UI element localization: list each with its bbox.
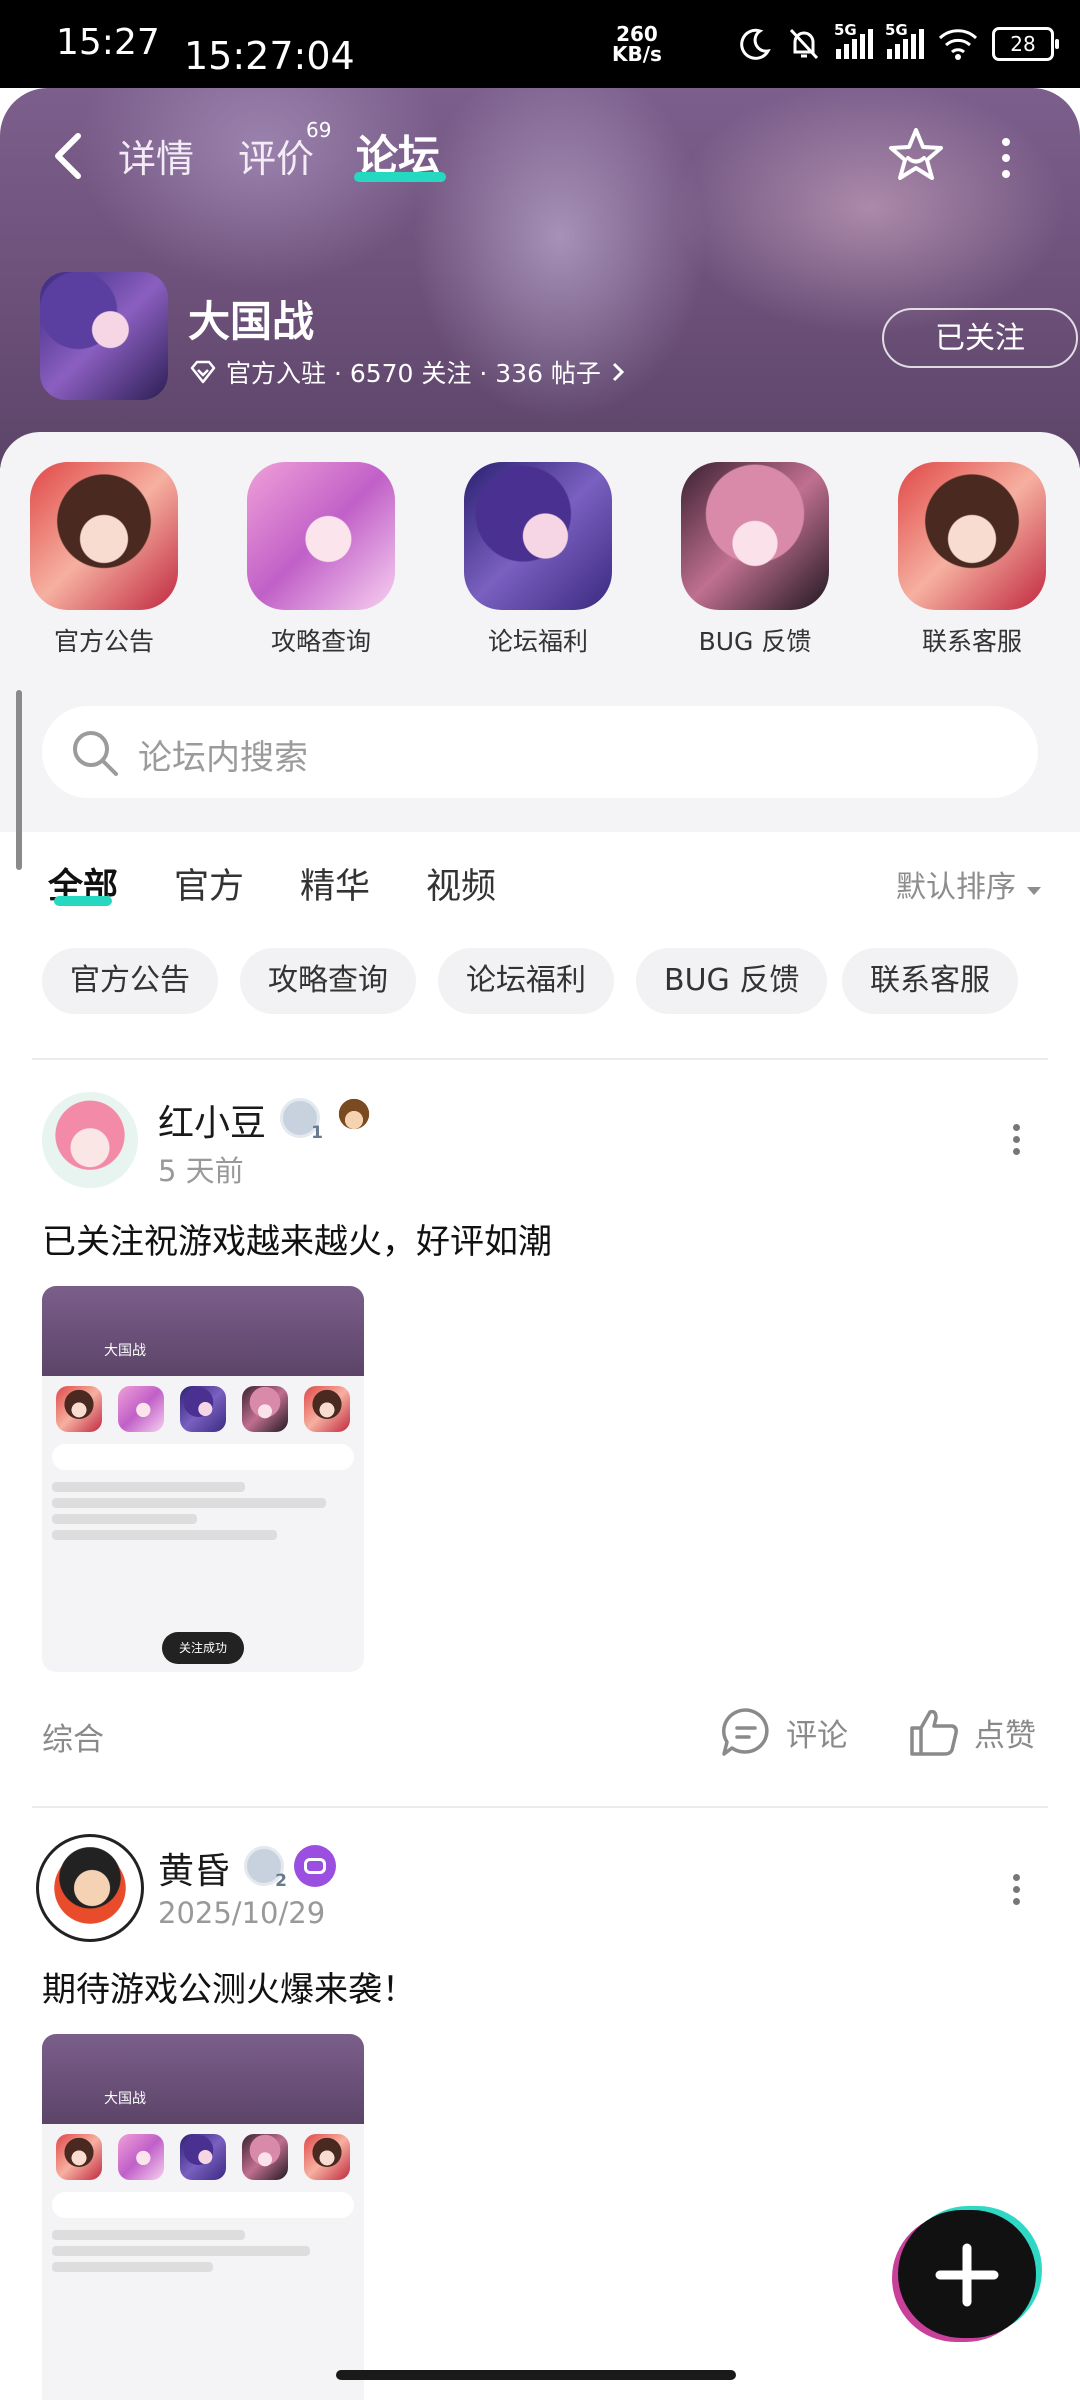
board-welfare[interactable]: 论坛福利 [463,462,613,658]
toast: 关注成功 [162,1632,244,1664]
chevron-right-icon [612,362,625,382]
status-bar: 15:27 15:27:04 260 KB/s 5G 5G 28 [0,0,1080,88]
scroll-indicator[interactable] [16,690,22,870]
net-speed-value: 260 [616,22,658,46]
post-author[interactable]: 黄昏 [158,1842,230,1894]
search-placeholder: 论坛内搜索 [138,738,308,778]
board-label: BUG 反馈 [698,627,812,656]
avatar[interactable] [42,1092,138,1188]
moon-icon [740,28,771,60]
board-guides[interactable]: 攻略查询 [246,462,396,658]
chip-welfare[interactable]: 论坛福利 [438,948,614,1014]
board-icon [247,462,395,610]
star-icon[interactable] [884,124,948,188]
status-icons: 5G 5G 28 [738,21,1059,66]
board-icon [681,462,829,610]
post-category: 综合 [42,1722,104,1758]
chip-support[interactable]: 联系客服 [842,948,1018,1014]
plus-icon [935,2243,999,2307]
more-vertical-icon[interactable] [996,136,1016,180]
sort-dropdown[interactable]: 默认排序 [896,862,1042,906]
board-bug-report[interactable]: BUG 反馈 [680,462,830,658]
board-label: 攻略查询 [270,627,371,656]
post-more-icon[interactable] [1010,1874,1022,1914]
post-text[interactable]: 期待游戏公测火爆来袭！ [42,1962,416,2011]
signal-1-label: 5G [834,21,857,39]
filter-tab-indicator [54,896,112,906]
post-author[interactable]: 红小豆 [158,1094,266,1146]
board-support[interactable]: 联系客服 [897,462,1047,658]
avatar[interactable] [36,1834,144,1942]
thumbs-up-icon [910,1709,958,1756]
search-icon [73,731,118,776]
character-badge [334,1098,374,1138]
wifi-icon [938,29,978,60]
level-number: 1 [311,1123,323,1143]
board-icon [30,462,178,610]
level-badge: 1 [280,1098,323,1143]
level-number: 2 [275,1871,287,1891]
signal-5g-2: 5G [885,21,924,59]
chip-guides[interactable]: 攻略查询 [240,948,416,1014]
battery-indicator: 28 [992,27,1059,61]
create-post-button[interactable] [898,2210,1036,2338]
screenshot-title: 大国战 [104,2091,146,2107]
board-label: 官方公告 [53,627,154,656]
chevron-left-icon[interactable] [48,128,88,184]
chip-bug-report[interactable]: BUG 反馈 [636,948,828,1014]
gamepad-badge-icon [294,1845,336,1887]
board-icon [898,462,1046,610]
tab-details[interactable]: 详情 [118,128,194,183]
diamond-icon [190,360,216,384]
board-label: 论坛福利 [487,627,588,656]
game-header: 详情 评价 69 论坛 大国战 官方入驻 · 6570 关注 · 336 帖子 … [0,88,1080,468]
caret-down-icon [1026,887,1041,895]
level-badge: 2 [244,1846,287,1891]
board-icon [464,462,612,610]
game-avatar[interactable] [40,272,168,400]
chip-official-notice[interactable]: 官方公告 [42,948,218,1014]
search-input[interactable]: 论坛内搜索 [42,706,1038,798]
status-time: 15:27 [56,22,160,63]
post-screenshot[interactable]: 大国战 关注成功 [42,1286,364,1672]
board-official-notice[interactable]: 官方公告 [29,462,179,658]
home-indicator[interactable] [336,2370,736,2380]
post-time: 2025/10/29 [158,1896,326,1930]
post-time: 5 天前 [158,1154,244,1188]
filter-tab-video[interactable]: 视频 [426,858,496,909]
post-screenshot[interactable]: 大国战 [42,2034,364,2400]
comment-button[interactable]: 评论 [720,1706,848,1758]
active-tab-indicator [354,172,446,182]
tab-reviews[interactable]: 评价 [238,128,314,183]
divider [32,1058,1048,1060]
signal-5g-1: 5G [834,21,873,59]
comment-icon [722,1708,769,1756]
post-more-icon[interactable] [1010,1124,1022,1164]
signal-2-label: 5G [885,21,908,39]
game-meta[interactable]: 官方入驻 · 6570 关注 · 336 帖子 [190,354,625,390]
filter-tab-featured[interactable]: 精华 [300,858,370,909]
follow-button[interactable]: 已关注 [882,308,1078,368]
review-count: 69 [306,118,332,142]
sort-label: 默认排序 [896,870,1016,905]
game-title: 大国战 [188,297,315,346]
post-text[interactable]: 已关注祝游戏越来越火，好评如潮 [42,1214,552,1263]
bell-off-icon [789,28,819,60]
board-label: 联系客服 [921,627,1022,656]
net-speed: 260 KB/s [612,24,662,64]
net-speed-unit: KB/s [612,42,662,66]
like-button[interactable]: 点赞 [908,1706,1036,1758]
status-clock: 15:27:04 [184,34,355,78]
game-meta-text: 官方入驻 · 6570 关注 · 336 帖子 [226,359,601,388]
screenshot-title: 大国战 [104,1343,146,1359]
like-label: 点赞 [974,1717,1036,1754]
filter-tab-official[interactable]: 官方 [174,858,244,909]
divider [32,1806,1048,1808]
comment-label: 评论 [786,1717,848,1754]
